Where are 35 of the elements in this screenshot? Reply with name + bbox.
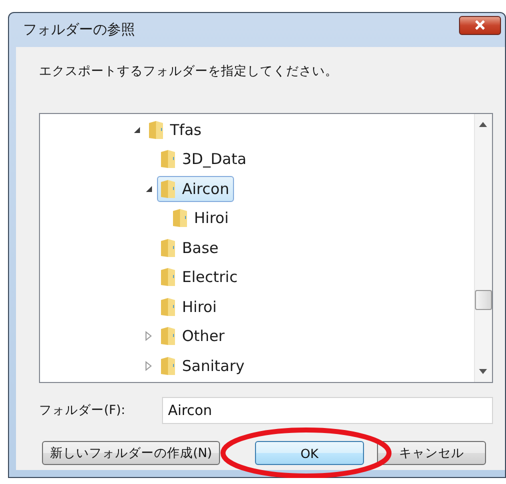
- folder-icon: [171, 208, 189, 228]
- folder-label: フォルダー(F):: [39, 402, 126, 419]
- folder-icon: [147, 120, 165, 140]
- tree-item[interactable]: Hiroi: [157, 294, 222, 320]
- ok-button[interactable]: OK: [255, 441, 364, 465]
- close-button[interactable]: [459, 16, 501, 34]
- new-folder-button[interactable]: 新しいフォルダーの作成(N): [42, 441, 220, 465]
- expand-arrow-icon[interactable]: [145, 360, 152, 371]
- tree-item[interactable]: Aircon: [157, 176, 234, 202]
- folder-icon: [159, 178, 177, 199]
- tree-item[interactable]: Other: [157, 323, 230, 350]
- collapse-arrow-icon[interactable]: [145, 184, 153, 193]
- folder-icon: [159, 267, 177, 288]
- window-title: フォルダーの参照: [23, 21, 135, 39]
- tree-item[interactable]: Sanitary: [157, 352, 250, 379]
- folder-icon: [159, 296, 177, 317]
- prompt-text: エクスポートするフォルダーを指定してください。: [38, 62, 339, 80]
- folder-input[interactable]: Aircon: [162, 397, 493, 424]
- folder-icon: [159, 326, 177, 346]
- close-icon: [473, 19, 487, 31]
- tree-item[interactable]: 3D_Data: [157, 146, 252, 172]
- folder-icon: [159, 238, 177, 258]
- cancel-button[interactable]: キャンセル: [377, 441, 486, 465]
- collapse-arrow-icon[interactable]: [133, 126, 141, 134]
- scrollbar[interactable]: [474, 114, 492, 382]
- expand-arrow-icon[interactable]: [145, 331, 152, 342]
- tree-item[interactable]: Hiroi: [169, 205, 234, 232]
- scroll-down-icon[interactable]: [479, 369, 487, 374]
- scroll-thumb[interactable]: [475, 290, 492, 310]
- scroll-up-icon[interactable]: [479, 122, 487, 127]
- tree-item[interactable]: Tfas: [145, 116, 206, 143]
- tree-item[interactable]: Electric: [157, 264, 243, 290]
- tree-item[interactable]: Base: [157, 234, 224, 261]
- folder-icon: [159, 356, 177, 376]
- folder-icon: [159, 149, 177, 170]
